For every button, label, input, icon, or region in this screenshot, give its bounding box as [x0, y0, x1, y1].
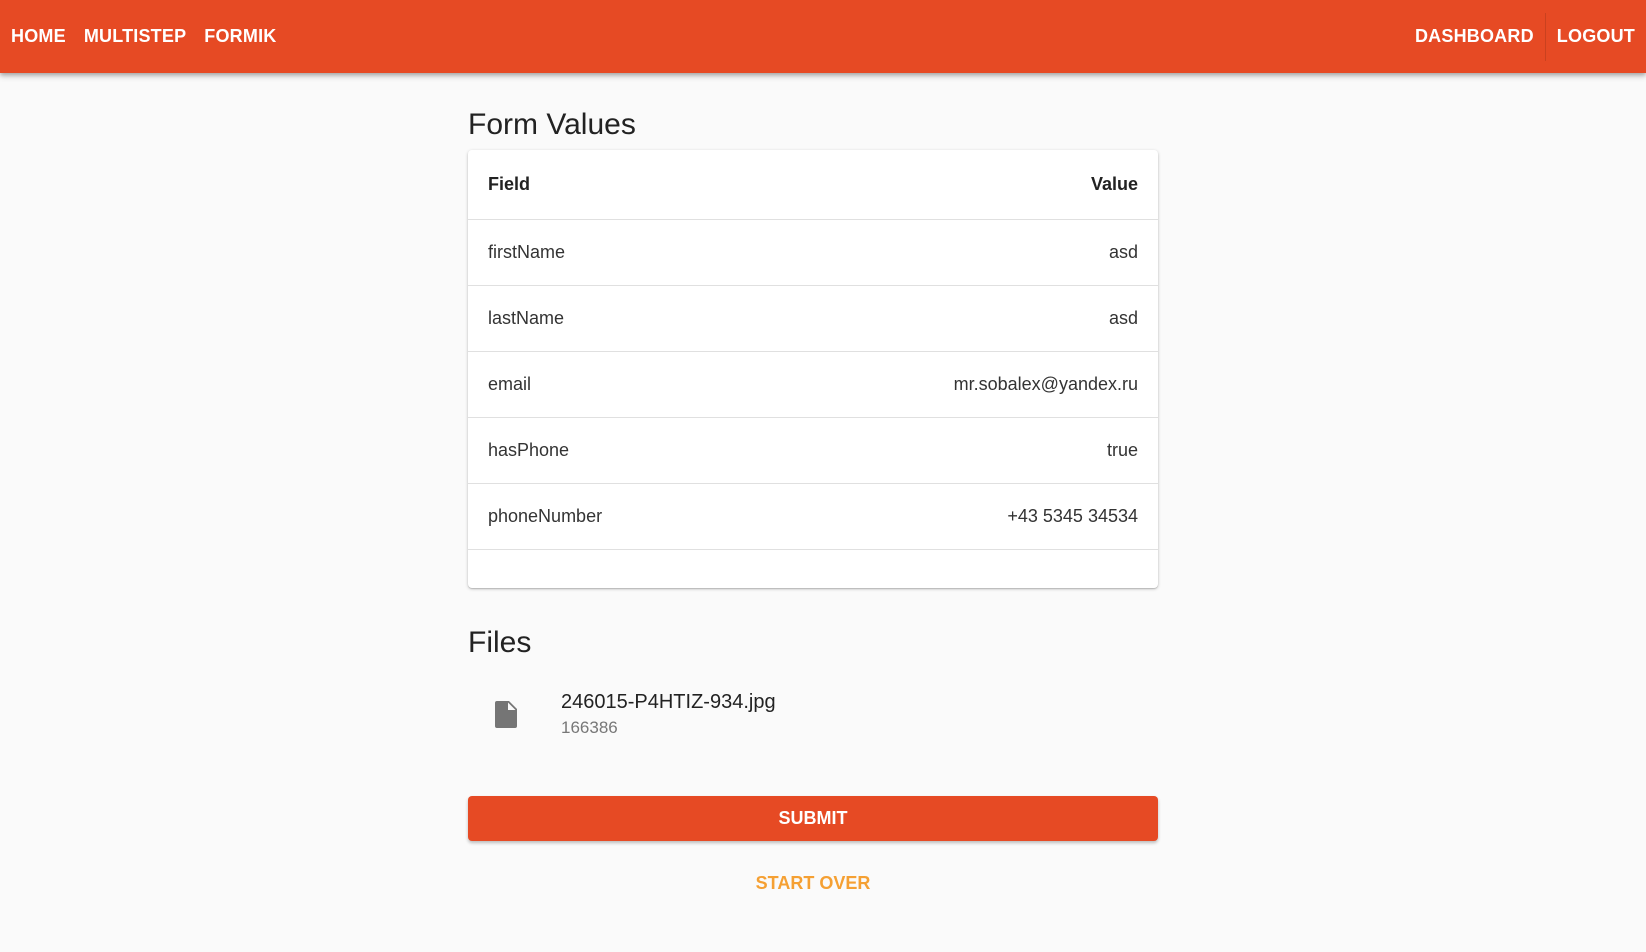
nav-formik-button[interactable]: FORMIK — [195, 0, 285, 73]
cell-value: true — [1106, 440, 1138, 460]
nav-home-button[interactable]: HOME — [2, 0, 75, 73]
form-values-table: Field Value firstName asd lastName asd e… — [468, 150, 1158, 588]
file-size: 166386 — [561, 718, 618, 737]
header-value: Value — [1090, 174, 1138, 194]
start-over-button[interactable]: START OVER — [733, 861, 893, 905]
file-list-item: 246015-P4HTIZ-934.jpg 166386 — [468, 690, 1158, 738]
app-bar: HOME MULTISTEP FORMIK DASHBOARD LOGOUT — [0, 0, 1646, 73]
table-row: lastName asd — [468, 286, 1158, 352]
cell-value: asd — [1108, 242, 1138, 262]
cell-field: hasPhone — [488, 440, 570, 460]
nav-dashboard-button[interactable]: DASHBOARD — [1404, 0, 1545, 73]
file-icon — [492, 700, 520, 728]
cell-field: phoneNumber — [488, 506, 603, 526]
nav-left: HOME MULTISTEP FORMIK — [2, 0, 285, 73]
cell-field: lastName — [488, 308, 565, 328]
cell-value: asd — [1108, 308, 1138, 328]
table-row: phoneNumber +43 5345 34534 — [468, 484, 1158, 550]
cell-field: firstName — [488, 242, 566, 262]
files-title: Files — [468, 626, 532, 659]
table-row: email mr.sobalex@yandex.ru — [468, 352, 1158, 418]
file-name: 246015-P4HTIZ-934.jpg — [561, 691, 776, 713]
table-row: firstName asd — [468, 220, 1158, 286]
file-text: 246015-P4HTIZ-934.jpg 166386 — [561, 690, 776, 738]
header-field: Field — [488, 174, 531, 194]
table-footer — [468, 550, 1158, 588]
nav-multistep-button[interactable]: MULTISTEP — [75, 0, 195, 73]
main-content: Form Values Field Value firstName asd la… — [468, 110, 1158, 905]
cell-value: mr.sobalex@yandex.ru — [953, 374, 1138, 394]
form-values-title: Form Values — [468, 108, 636, 141]
nav-right: DASHBOARD LOGOUT — [1404, 0, 1646, 73]
cell-field: email — [488, 374, 532, 394]
submit-button[interactable]: SUBMIT — [468, 796, 1158, 841]
cell-value: +43 5345 34534 — [1007, 506, 1138, 526]
table-header-row: Field Value — [468, 150, 1158, 220]
table-row: hasPhone true — [468, 418, 1158, 484]
nav-logout-button[interactable]: LOGOUT — [1546, 0, 1646, 73]
